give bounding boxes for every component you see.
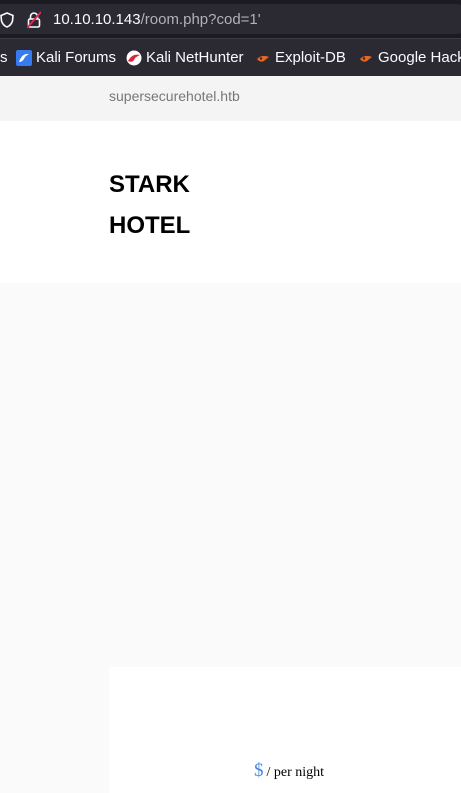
brand-line-2: HOTEL bbox=[109, 212, 191, 239]
bookmarks-bar: s Kali Forums Kali NetHunter Exploit-DB … bbox=[0, 38, 461, 76]
brand-line-1: STARK bbox=[109, 171, 190, 198]
price-unit: / per night bbox=[266, 765, 325, 780]
room-image-area bbox=[0, 283, 461, 667]
kali-nethunter-icon bbox=[126, 50, 142, 66]
site-header: STARK HOTEL bbox=[0, 121, 461, 283]
kali-forums-icon bbox=[16, 50, 32, 66]
lock-icon[interactable] bbox=[27, 11, 41, 29]
tracking-protection-shield-icon[interactable] bbox=[0, 12, 14, 28]
url-path: /room.php?cod=1' bbox=[140, 11, 261, 28]
site-domain-link[interactable]: supersecurehotel.htb bbox=[109, 88, 240, 104]
bookmark-label: Kali NetHunter bbox=[146, 49, 244, 66]
exploit-db-icon bbox=[360, 55, 372, 62]
exploit-db-icon bbox=[257, 55, 269, 62]
hotel-logo-text[interactable]: STARK HOTEL bbox=[109, 164, 190, 246]
url-text[interactable]: 10.10.10.143/room.php?cod=1' bbox=[53, 10, 261, 30]
browser-toolbar: 10.10.10.143/room.php?cod=1' bbox=[0, 0, 461, 38]
room-details-card: $ / per night bbox=[109, 667, 461, 793]
bookmark-label: s bbox=[0, 49, 8, 66]
url-host: 10.10.10.143 bbox=[53, 11, 141, 28]
price-currency: $ bbox=[254, 760, 264, 781]
top-strip: supersecurehotel.htb bbox=[0, 76, 461, 121]
room-price: $ / per night bbox=[254, 760, 324, 782]
bookmark-label: Kali Forums bbox=[36, 49, 117, 66]
bookmark-label: Exploit-DB bbox=[275, 49, 346, 66]
bookmark-label: Google Hack bbox=[378, 49, 461, 66]
